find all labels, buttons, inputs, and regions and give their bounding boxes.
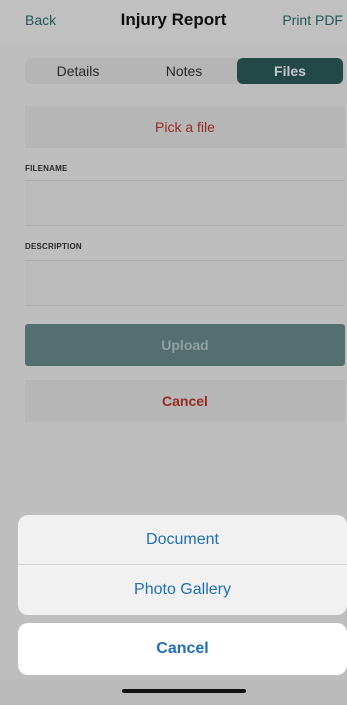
action-sheet-photo-gallery[interactable]: Photo Gallery: [18, 565, 347, 615]
action-sheet: Document Photo Gallery: [18, 515, 347, 615]
action-sheet-document[interactable]: Document: [18, 515, 347, 565]
home-indicator: [122, 689, 246, 693]
screen: Back Injury Report Print PDF Details Not…: [0, 0, 347, 705]
action-sheet-cancel-button[interactable]: Cancel: [18, 623, 347, 675]
